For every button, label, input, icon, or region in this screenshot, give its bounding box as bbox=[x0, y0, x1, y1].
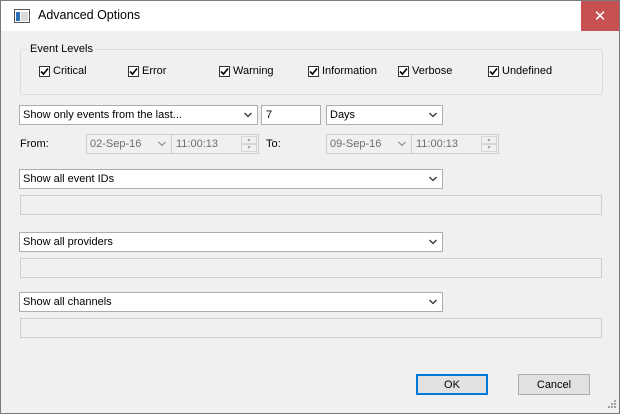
chevron-down-icon bbox=[429, 299, 437, 305]
checkbox-information[interactable]: Information bbox=[308, 65, 377, 77]
checkmark-icon bbox=[308, 65, 319, 77]
channels-value: Show all channels bbox=[23, 296, 112, 308]
channels-select[interactable]: Show all channels bbox=[19, 292, 443, 312]
time-unit-select[interactable]: Days bbox=[326, 105, 443, 125]
chevron-down-icon bbox=[398, 141, 406, 147]
checkbox-undefined[interactable]: Undefined bbox=[488, 65, 552, 77]
checkbox-label: Verbose bbox=[412, 65, 453, 77]
spin-up-icon[interactable]: ▲ bbox=[241, 136, 257, 144]
chevron-down-icon bbox=[158, 141, 166, 147]
from-time-input[interactable]: 11:00:13 ▲ ▼ bbox=[171, 134, 259, 154]
to-time-value: 11:00:13 bbox=[416, 138, 459, 150]
providers-field[interactable] bbox=[20, 258, 602, 278]
advanced-options-dialog: Advanced Options ✕ Event Levels Critical… bbox=[0, 0, 620, 414]
to-date-value: 09-Sep-16 bbox=[330, 138, 382, 150]
spin-down-icon[interactable]: ▼ bbox=[481, 144, 497, 152]
checkbox-label: Error bbox=[142, 65, 167, 77]
from-date-value: 02-Sep-16 bbox=[90, 138, 142, 150]
spin-down-icon[interactable]: ▼ bbox=[241, 144, 257, 152]
cancel-button[interactable]: Cancel bbox=[518, 374, 590, 395]
providers-select[interactable]: Show all providers bbox=[19, 232, 443, 252]
time-unit-value: Days bbox=[330, 109, 356, 121]
from-label: From: bbox=[20, 138, 49, 150]
chevron-down-icon bbox=[429, 176, 437, 182]
checkmark-icon bbox=[219, 65, 230, 77]
event-levels-label: Event Levels bbox=[28, 43, 95, 55]
close-button[interactable]: ✕ bbox=[581, 1, 619, 31]
checkbox-verbose[interactable]: Verbose bbox=[398, 65, 452, 77]
time-range-select[interactable]: Show only events from the last... bbox=[19, 105, 258, 125]
amount-input[interactable]: 7 bbox=[261, 105, 321, 125]
channels-field[interactable] bbox=[20, 318, 602, 338]
checkbox-error[interactable]: Error bbox=[128, 65, 166, 77]
event-ids-field[interactable] bbox=[20, 195, 602, 215]
checkbox-label: Critical bbox=[53, 65, 87, 77]
checkbox-warning[interactable]: Warning bbox=[219, 65, 274, 77]
to-time-input[interactable]: 11:00:13 ▲ ▼ bbox=[411, 134, 499, 154]
close-icon: ✕ bbox=[593, 7, 607, 25]
checkbox-critical[interactable]: Critical bbox=[39, 65, 87, 77]
providers-value: Show all providers bbox=[23, 236, 113, 248]
chevron-down-icon bbox=[429, 239, 437, 245]
to-time-spinner[interactable]: ▲ ▼ bbox=[481, 136, 497, 152]
spin-up-icon[interactable]: ▲ bbox=[481, 136, 497, 144]
event-ids-value: Show all event IDs bbox=[23, 173, 115, 185]
resize-grip-icon[interactable] bbox=[605, 399, 617, 411]
from-time-spinner[interactable]: ▲ ▼ bbox=[241, 136, 257, 152]
chevron-down-icon bbox=[429, 112, 437, 118]
ok-button[interactable]: OK bbox=[416, 374, 488, 395]
from-date-picker[interactable]: 02-Sep-16 bbox=[86, 134, 172, 154]
time-range-value: Show only events from the last... bbox=[23, 109, 182, 121]
from-time-value: 11:00:13 bbox=[176, 138, 219, 150]
chevron-down-icon bbox=[244, 112, 252, 118]
checkbox-label: Undefined bbox=[502, 65, 553, 77]
title-bar[interactable]: Advanced Options ✕ bbox=[1, 1, 619, 31]
to-date-picker[interactable]: 09-Sep-16 bbox=[326, 134, 412, 154]
window-icon bbox=[14, 9, 30, 23]
checkmark-icon bbox=[128, 65, 139, 77]
checkmark-icon bbox=[488, 65, 499, 77]
window-title: Advanced Options bbox=[38, 8, 141, 22]
to-label: To: bbox=[266, 138, 281, 150]
checkmark-icon bbox=[398, 65, 409, 77]
checkbox-label: Information bbox=[322, 65, 378, 77]
checkmark-icon bbox=[39, 65, 50, 77]
event-ids-select[interactable]: Show all event IDs bbox=[19, 169, 443, 189]
checkbox-label: Warning bbox=[233, 65, 274, 77]
